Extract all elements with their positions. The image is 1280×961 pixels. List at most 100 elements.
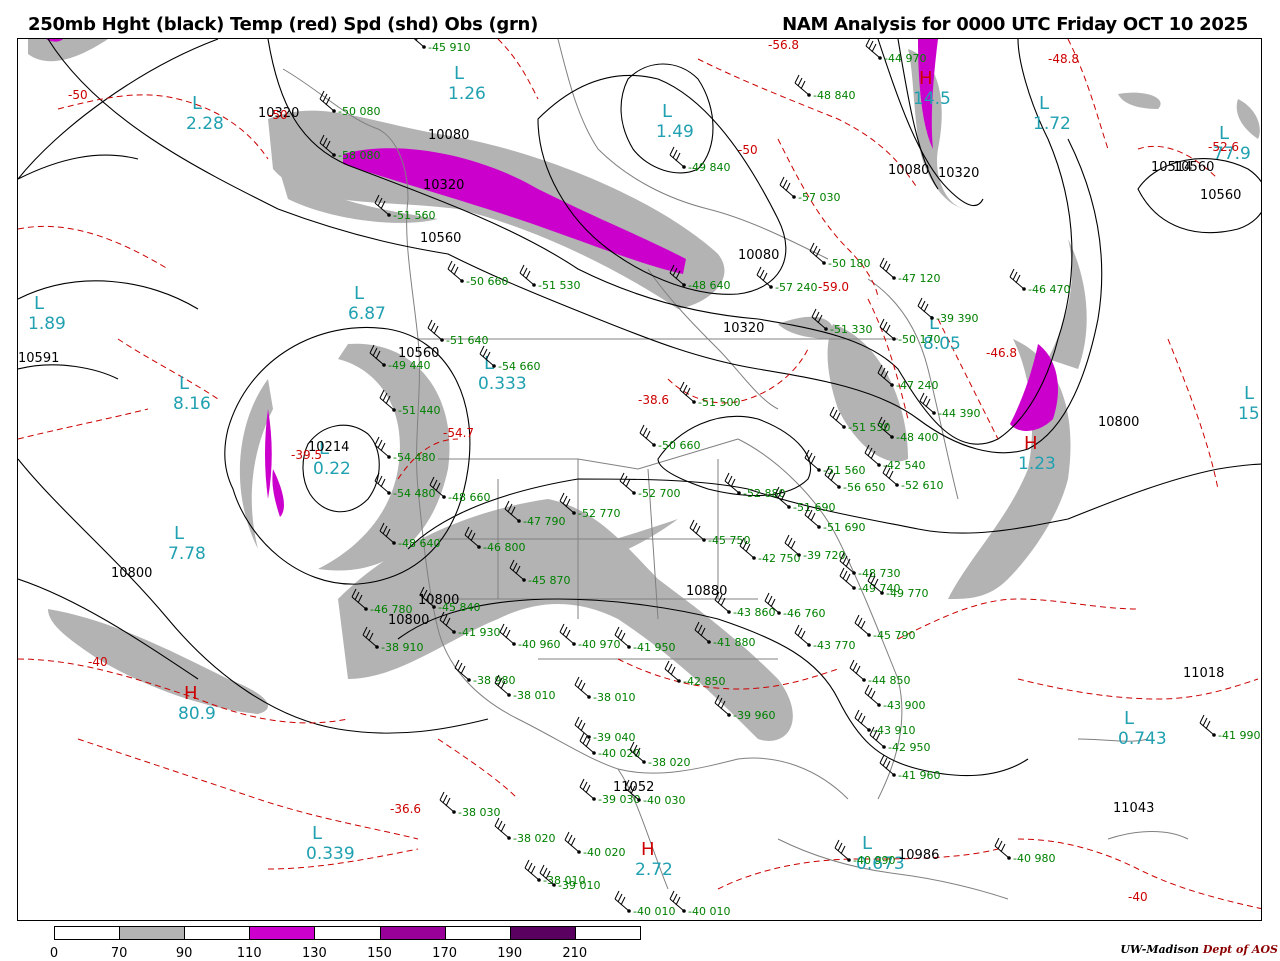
colorbar-swatch xyxy=(119,926,186,940)
station-obs: -47 790 xyxy=(523,515,565,528)
station-obs: -50 170 xyxy=(898,333,940,346)
station-obs: -38 030 xyxy=(458,806,500,819)
wind-barb xyxy=(679,381,695,403)
station-obs: -50 080 xyxy=(338,105,380,118)
wind-barb xyxy=(794,74,810,96)
wind-barb xyxy=(994,837,1010,859)
wind-barb xyxy=(794,624,810,646)
center-letter: L xyxy=(192,93,202,114)
station-obs: -45 910 xyxy=(428,41,470,54)
station-obs: -39 040 xyxy=(593,731,635,744)
center-value: 1.49 xyxy=(656,122,694,142)
station-obs: -41 990 xyxy=(1218,729,1260,742)
wind-barb xyxy=(447,260,463,282)
station-obs: -50 660 xyxy=(658,439,700,452)
colorbar-tick-label: 70 xyxy=(110,946,128,961)
center-value: 2.28 xyxy=(186,114,224,134)
station-obs: -52 700 xyxy=(638,487,680,500)
colorbar-tick-label: 110 xyxy=(236,946,262,961)
center-value: 0.743 xyxy=(1118,729,1167,749)
station-obs: -41 950 xyxy=(633,641,675,654)
station-obs: -52 610 xyxy=(901,479,943,492)
wind-barb xyxy=(439,791,455,813)
wind-barb xyxy=(413,39,425,48)
station-obs: -51 530 xyxy=(848,421,890,434)
credit-label: UW-Madison Dept of AOS xyxy=(1120,943,1278,956)
station-obs: -52 770 xyxy=(578,507,620,520)
center-value: 7.78 xyxy=(168,544,206,564)
wind-barb xyxy=(669,146,685,168)
center-value: 1.72 xyxy=(1033,114,1071,134)
wind-barb xyxy=(839,552,855,574)
height-label: 10986 xyxy=(898,848,939,863)
wind-barb xyxy=(854,709,870,731)
colorbar-swatch xyxy=(54,926,121,940)
station-obs: -51 690 xyxy=(823,521,865,534)
wind-barb xyxy=(849,659,865,681)
center-letter: L xyxy=(179,373,189,394)
station-obs: -57 240 xyxy=(775,281,817,294)
station-obs: -38 020 xyxy=(513,832,555,845)
station-obs: -40 980 xyxy=(1013,852,1055,865)
station-obs: -38 010 xyxy=(513,689,555,702)
station-obs: -43 770 xyxy=(813,639,855,652)
temp-label: -36.6 xyxy=(390,802,421,816)
station-obs: -56 650 xyxy=(843,481,885,494)
height-label: 10800 xyxy=(111,566,152,581)
center-value: 1.89 xyxy=(28,314,66,334)
station-obs: -57 030 xyxy=(798,191,840,204)
height-label: 11018 xyxy=(1183,666,1224,681)
temp-label: -59.0 xyxy=(818,280,849,294)
temp-label: -50 xyxy=(68,88,88,102)
wind-barb xyxy=(427,319,443,341)
wind-barb xyxy=(879,257,895,279)
center-value: 80.9 xyxy=(178,704,216,724)
station-obs: -50 180 xyxy=(828,257,870,270)
center-letter: H xyxy=(184,683,198,704)
wind-barb xyxy=(804,449,820,471)
station-obs: -46 780 xyxy=(370,603,412,616)
station-obs: -38 020 xyxy=(648,756,690,769)
center-value: 2.72 xyxy=(635,860,673,880)
station-obs: -48 640 xyxy=(398,537,440,550)
station-obs: -39 390 xyxy=(936,312,978,325)
wind-barb xyxy=(579,778,595,800)
speed-colorbar xyxy=(54,926,641,942)
station-obs: -42 950 xyxy=(888,741,930,754)
station-obs: -49 440 xyxy=(388,359,430,372)
height-label: 11043 xyxy=(1113,801,1154,816)
station-obs: -51 560 xyxy=(393,209,435,222)
station-obs: -48 660 xyxy=(448,491,490,504)
colorbar-tick-label: 90 xyxy=(175,946,193,961)
station-obs: -54 480 xyxy=(393,451,435,464)
station-obs: -48 640 xyxy=(688,279,730,292)
height-label: 10591 xyxy=(18,351,59,366)
station-obs: -39 720 xyxy=(803,549,845,562)
station-obs: -46 760 xyxy=(783,607,825,620)
height-label: 10080 xyxy=(428,128,469,143)
station-obs: -42 750 xyxy=(758,552,800,565)
colorbar-swatch xyxy=(509,926,576,940)
center-letter: H xyxy=(1024,433,1038,454)
wind-barb xyxy=(865,39,881,59)
colorbar-swatch xyxy=(184,926,251,940)
station-obs: -38 980 xyxy=(473,674,515,687)
colorbar-tick-label: 130 xyxy=(301,946,327,961)
station-obs: -45 870 xyxy=(528,574,570,587)
station-obs: -45 750 xyxy=(708,534,750,547)
center-letter: L xyxy=(354,283,364,304)
station-obs: -58 080 xyxy=(338,149,380,162)
wind-barb xyxy=(689,519,705,541)
wind-barb xyxy=(854,614,870,636)
wind-barb xyxy=(574,676,590,698)
center-letter: L xyxy=(1124,708,1134,729)
temp-label: -40 xyxy=(88,655,108,669)
height-label: 10560 xyxy=(1200,188,1241,203)
station-obs: -41 880 xyxy=(713,636,755,649)
wind-barb xyxy=(639,424,655,446)
colorbar-tick-label: 210 xyxy=(562,946,588,961)
station-obs: -51 530 xyxy=(538,279,580,292)
wind-barb xyxy=(864,684,880,706)
center-letter: H xyxy=(919,68,933,89)
wind-barb xyxy=(879,318,895,340)
